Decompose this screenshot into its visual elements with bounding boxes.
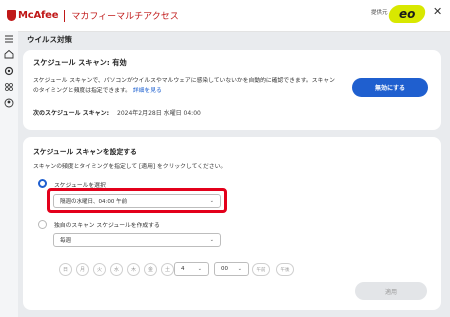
day-wednesday[interactable]: 水 xyxy=(110,263,123,276)
logo-divider xyxy=(64,9,66,22)
chevron-down-icon: ⌄ xyxy=(237,266,242,272)
settings-title: スケジュール スキャンを設定する xyxy=(33,148,137,156)
custom-schedule-label[interactable]: 独自のスキャン スケジュールを作成する xyxy=(54,220,160,229)
highlight-box xyxy=(47,188,227,213)
schedule-settings-card: スケジュール スキャンを設定する スキャンの頻度とタイミングを指定して [適用]… xyxy=(23,137,441,310)
hour-value: 4 xyxy=(181,266,185,272)
day-thursday[interactable]: 木 xyxy=(127,263,140,276)
brand-name: McAfee xyxy=(18,10,59,21)
next-scan-row: 次のスケジュール スキャン: 2024年2月28日 水曜日 04:00 xyxy=(33,108,201,117)
eo-logo-text: eo xyxy=(398,7,416,21)
product-name: マカフィーマルチアクセス xyxy=(71,12,179,22)
home-icon[interactable] xyxy=(3,48,15,60)
disable-button[interactable]: 無効にする xyxy=(352,78,428,97)
am-toggle[interactable]: 午前 xyxy=(252,263,270,276)
scan-status-title: スケジュール スキャン: 有効 xyxy=(33,58,127,67)
settings-description: スキャンの頻度とタイミングを指定して [適用] をクリックしてください。 xyxy=(33,164,227,170)
next-scan-value: 2024年2月28日 水曜日 04:00 xyxy=(117,110,201,117)
scan-description-text: スケジュール スキャンで、パソコンがウイルスやマルウェアに感染していないかを自動… xyxy=(33,78,335,94)
chevron-down-icon: ⌄ xyxy=(197,266,202,272)
apps-icon[interactable] xyxy=(3,81,15,93)
chevron-down-icon: ⌄ xyxy=(209,237,214,243)
custom-schedule-radio[interactable] xyxy=(38,220,47,229)
details-link[interactable]: 詳細を見る xyxy=(133,88,162,94)
account-icon[interactable] xyxy=(3,97,15,109)
menu-icon[interactable] xyxy=(3,33,15,45)
pm-toggle[interactable]: 午後 xyxy=(276,263,294,276)
eo-logo: eo xyxy=(387,5,427,23)
hour-select[interactable]: 4 ⌄ xyxy=(174,262,209,276)
scan-status-card: スケジュール スキャン: 有効 スケジュール スキャンで、パソコンがウイルスやマ… xyxy=(23,50,441,130)
sidebar xyxy=(0,31,18,317)
partner-label: 提供元 xyxy=(371,10,388,16)
next-scan-label: 次のスケジュール スキャン: xyxy=(33,110,110,117)
preset-schedule-radio[interactable] xyxy=(38,179,47,188)
security-icon[interactable] xyxy=(3,65,15,77)
day-friday[interactable]: 金 xyxy=(144,263,157,276)
minute-value: 00 xyxy=(221,266,228,272)
apply-button[interactable]: 適用 xyxy=(355,282,427,300)
frequency-select[interactable]: 毎週 ⌄ xyxy=(53,233,221,247)
frequency-value: 毎週 xyxy=(60,238,72,244)
minute-select[interactable]: 00 ⌄ xyxy=(214,262,249,276)
day-sunday[interactable]: 日 xyxy=(59,263,72,276)
close-icon[interactable]: ✕ xyxy=(433,5,442,18)
day-selector: 日 月 火 水 木 金 土 xyxy=(59,263,178,276)
mcafee-logo: McAfee マカフィーマルチアクセス xyxy=(7,9,179,22)
scan-status-description: スケジュール スキャンで、パソコンがウイルスやマルウェアに感染していないかを自動… xyxy=(33,76,338,96)
page-title: ウイルス対策 xyxy=(27,35,72,44)
day-monday[interactable]: 月 xyxy=(76,263,89,276)
day-tuesday[interactable]: 火 xyxy=(93,263,106,276)
title-bar: McAfee マカフィーマルチアクセス 提供元 eo ✕ xyxy=(0,0,450,32)
mcafee-shield-icon xyxy=(7,10,16,21)
day-saturday[interactable]: 土 xyxy=(161,263,174,276)
